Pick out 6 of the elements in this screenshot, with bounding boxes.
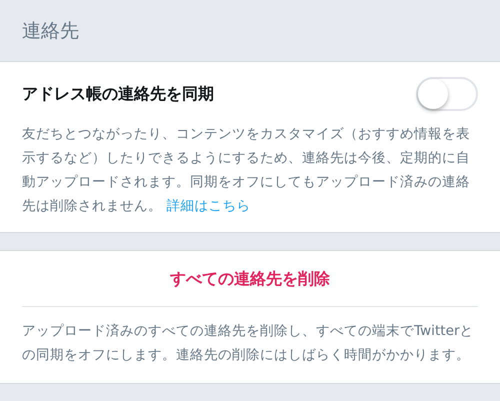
delete-description: アップロード済みのすべての連絡先を削除し、すべての端末でTwitterとの同期をオフにします。連絡先の削除にはしばらく時間がかかります。 (22, 322, 475, 365)
sync-toggle[interactable] (416, 77, 478, 111)
section-title: 連絡先 (22, 18, 79, 44)
sync-label: アドレス帳の連絡先を同期 (22, 84, 214, 104)
sync-description: 友だちとつながったり、コンテンツをカスタマイズ（おすすめ情報を表示するなど）したりできるようにするため、連絡先は今後、定期的に自動アップロードされます。同期をオフにしてもアップロード済みの連絡先は削除されません。 詳細はこちら (22, 125, 471, 216)
details-link[interactable]: 詳細はこちら (166, 198, 250, 214)
